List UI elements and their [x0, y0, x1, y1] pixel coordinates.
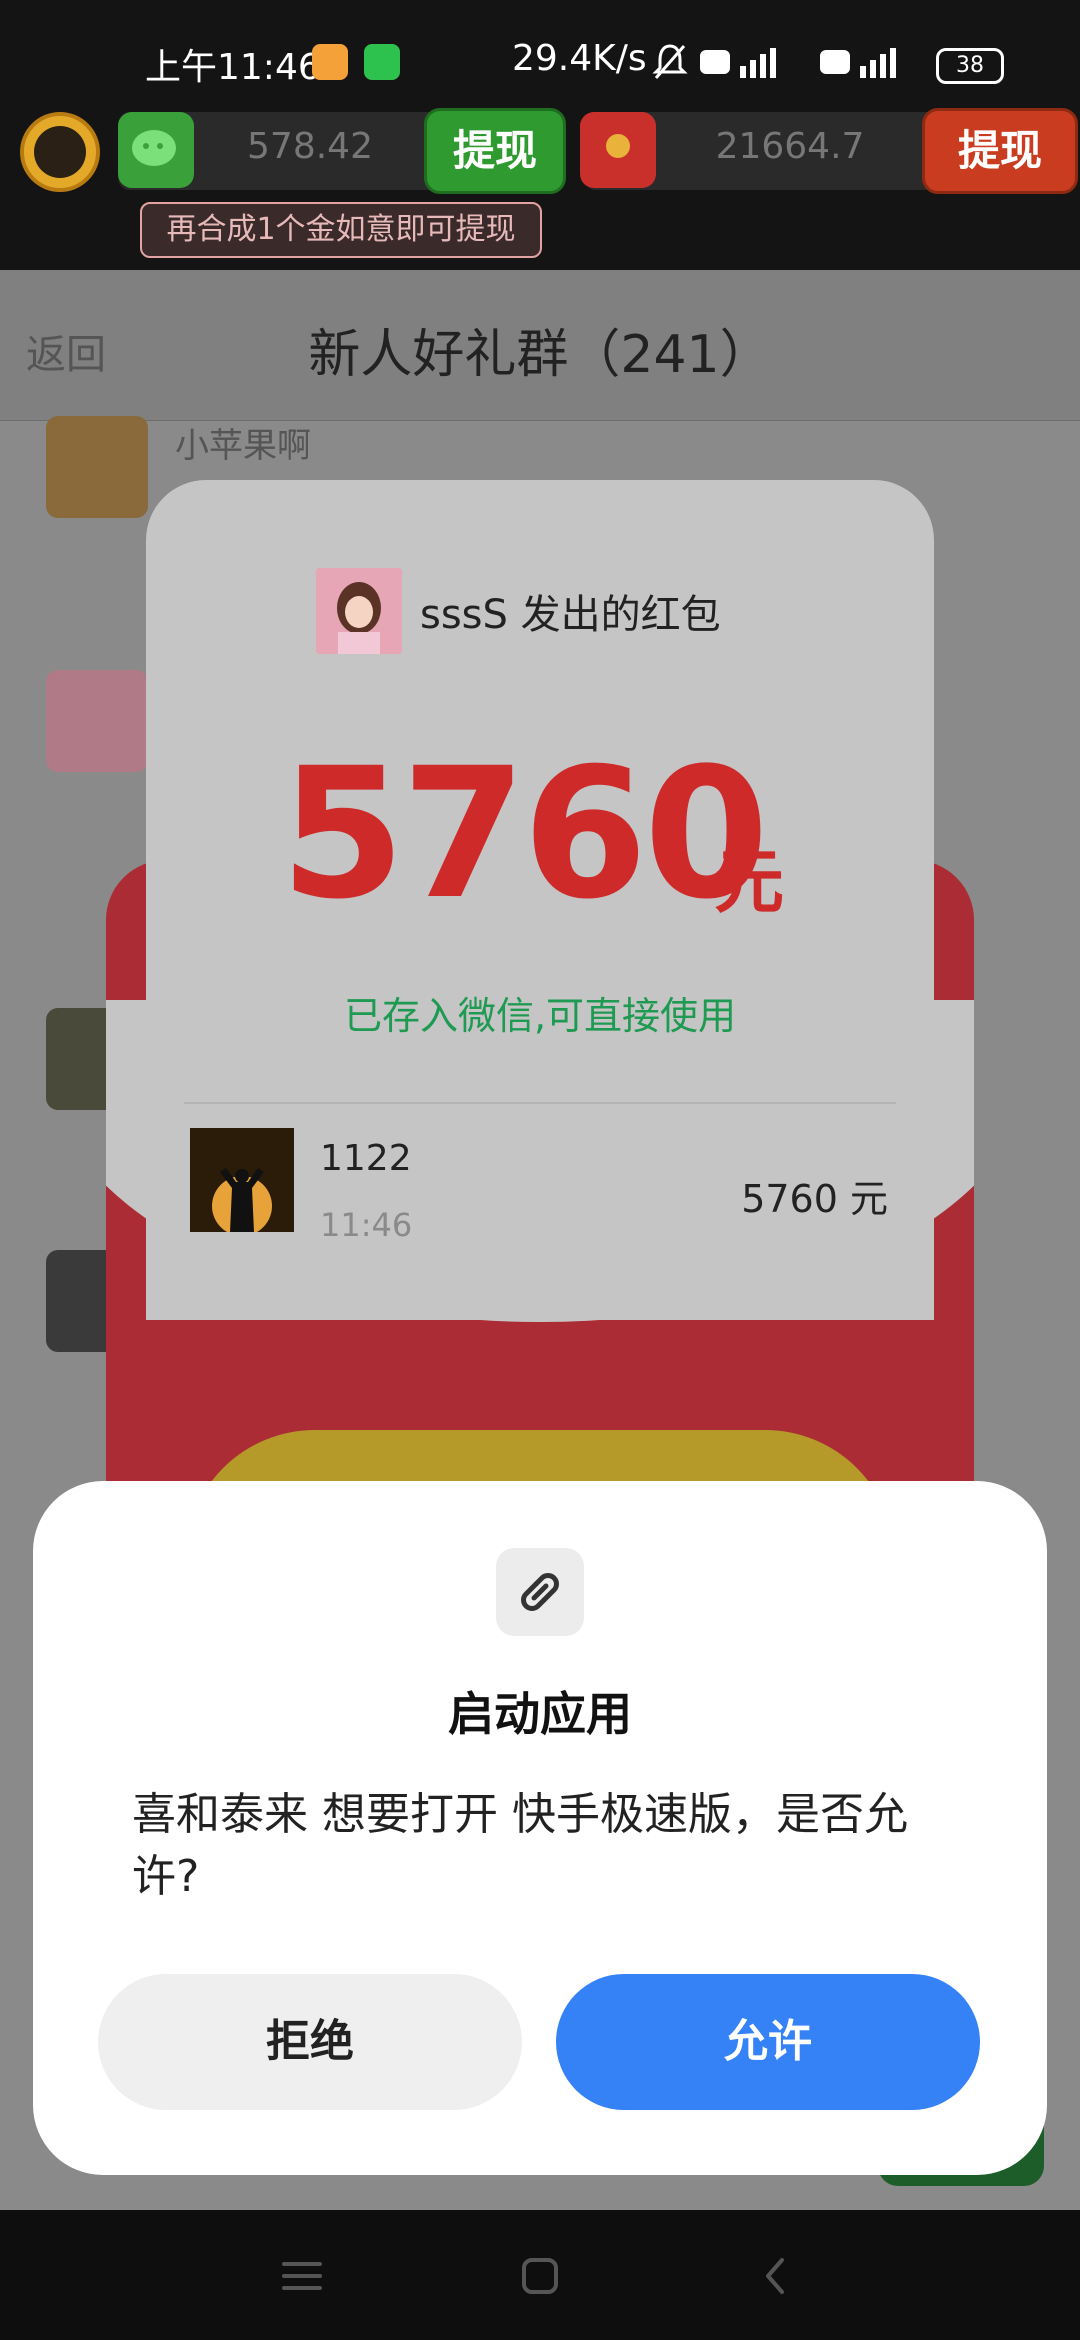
coin-balance: 21664.7	[715, 126, 865, 167]
dialog-title: 启动应用	[448, 1687, 632, 1741]
deny-button[interactable]: 拒绝	[98, 1974, 522, 2110]
app-notification-icon	[312, 44, 348, 80]
allow-button[interactable]: 允许	[556, 1974, 980, 2110]
saved-to-wechat-text: 已存入微信,可直接使用	[343, 994, 737, 1038]
member-name: 小苹果啊	[175, 426, 311, 466]
status-bar: 上午11:46 29.4K/s 38	[0, 0, 1080, 110]
packet-amount-unit: 元	[714, 841, 784, 923]
sender-avatar	[316, 568, 402, 654]
player-avatar[interactable]	[20, 112, 100, 192]
wechat-notification-icon	[364, 44, 400, 80]
battery-icon: 38	[936, 48, 1004, 84]
member-avatar[interactable]	[46, 416, 148, 518]
sender-text: sssS 发出的红包	[420, 592, 721, 638]
packet-amount: 5760	[280, 730, 769, 939]
mute-bell-icon	[652, 44, 688, 79]
recipient-amount: 5760 元	[741, 1177, 888, 1221]
wechat-withdraw-button[interactable]: 提现	[424, 108, 566, 194]
member-avatar[interactable]	[46, 670, 148, 772]
menu-icon[interactable]	[272, 2246, 332, 2306]
red-envelope-coin-icon	[580, 112, 656, 188]
recipient-name: 1122	[320, 1138, 412, 1179]
signal-icons	[700, 48, 896, 78]
home-icon[interactable]	[510, 2246, 570, 2306]
back-icon[interactable]	[746, 2246, 806, 2306]
recipient-avatar	[190, 1128, 294, 1232]
battery-level: 38	[956, 53, 984, 78]
wechat-cash-icon	[118, 112, 194, 188]
dialog-message: 喜和泰来 想要打开 快手极速版，是否允许?	[132, 1789, 908, 1902]
chat-header: 返回 新人好礼群（241）	[0, 270, 1080, 421]
status-time: 上午11:46	[145, 47, 321, 88]
coin-withdraw-button[interactable]: 提现	[922, 108, 1078, 194]
recipient-time: 11:46	[320, 1206, 413, 1244]
chat-title: 新人好礼群（241）	[308, 325, 772, 385]
link-icon	[496, 1548, 584, 1636]
withdraw-hint-tooltip: 再合成1个金如意即可提现	[140, 202, 542, 258]
divider	[184, 1102, 896, 1104]
wechat-balance: 578.42	[247, 126, 373, 167]
network-speed: 29.4K/s	[512, 38, 647, 79]
